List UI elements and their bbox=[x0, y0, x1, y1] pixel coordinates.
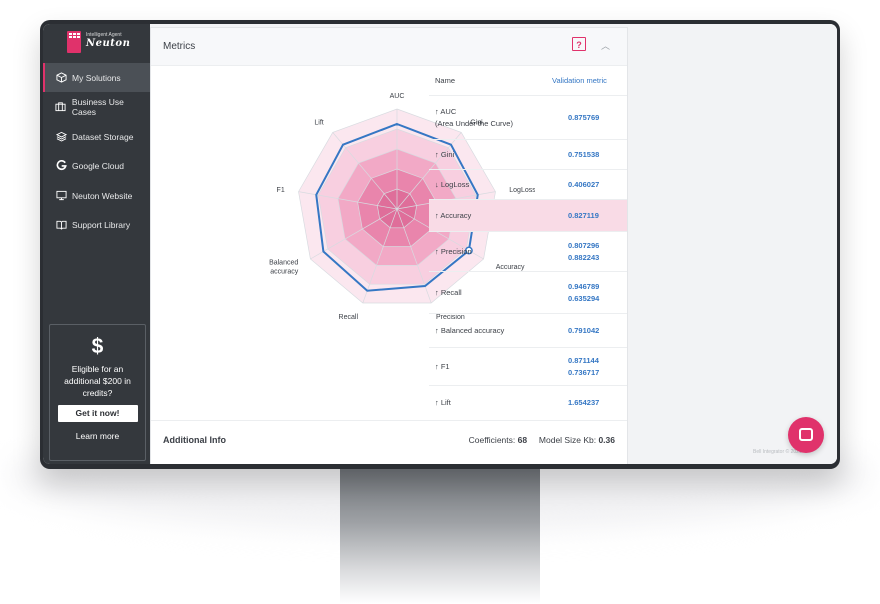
metric-name: ↑ F1 bbox=[435, 362, 450, 371]
sidebar-item-support-library[interactable]: Support Library bbox=[43, 210, 150, 239]
metric-value: 0.807296 0.882243 bbox=[568, 241, 600, 262]
copyright: Bell Integrator © 2021 bbox=[753, 449, 802, 455]
metrics-card: Metrics ? ︿ AUC Gini LogLoss Accuracy Precis… bbox=[150, 27, 628, 464]
coefficients-label: Coefficients: bbox=[468, 435, 516, 445]
metric-name: ↑ AUC (Area Under the Curve) bbox=[435, 107, 513, 128]
model-stats: Coefficients: 68 Model Size Kb: 0.36 bbox=[469, 435, 615, 445]
radar-axis-label: Balanced bbox=[269, 260, 298, 267]
table-row: ↑ F1 0.871144 0.736717 bbox=[429, 347, 627, 386]
metric-name: ↑ Precision bbox=[435, 247, 472, 256]
table-row: ↑ Precision 0.807296 0.882243 bbox=[429, 231, 627, 272]
metrics-title: Metrics bbox=[163, 41, 196, 52]
model-size-value: 0.36 bbox=[598, 435, 615, 445]
metric-value: 1.654237 bbox=[568, 398, 600, 407]
metric-value: 0.827119 bbox=[568, 211, 599, 220]
sidebar-item-neuton-website[interactable]: Neuton Website bbox=[43, 181, 150, 210]
metric-value: 0.946789 0.635294 bbox=[568, 282, 600, 303]
sidebar-item-dataset-storage[interactable]: Dataset Storage bbox=[43, 122, 150, 151]
metric-value: 0.791042 bbox=[568, 326, 600, 335]
promo-text: Eligible for an additional $200 in credi… bbox=[64, 364, 131, 398]
briefcase-icon bbox=[53, 101, 69, 112]
monitor-frame: Intelligent Agent Neuton My Solutions Bu… bbox=[40, 20, 840, 469]
neuton-logo-icon bbox=[67, 31, 81, 53]
dollar-icon: $ bbox=[91, 335, 104, 358]
sidebar-item-label: Neuton Website bbox=[72, 190, 133, 201]
table-row: ↑ Lift 1.654237 bbox=[429, 385, 627, 420]
chat-icon bbox=[799, 428, 813, 441]
additional-info-title: Additional Info bbox=[163, 435, 226, 445]
metrics-table-header: Name Validation metric bbox=[429, 65, 627, 95]
sidebar-item-label: My Solutions bbox=[72, 72, 121, 83]
credits-promo: $ Eligible for an additional $200 in cre… bbox=[49, 324, 146, 461]
coefficients-value: 68 bbox=[517, 435, 528, 445]
table-row: ↑ Balanced accuracy 0.791042 bbox=[429, 313, 627, 348]
metric-value: 0.875769 bbox=[568, 113, 600, 122]
radar-axis-label: accuracy bbox=[270, 269, 299, 276]
chevron-up-icon[interactable]: ︿ bbox=[601, 39, 610, 52]
table-row: ↑ Gini 0.751538 bbox=[429, 139, 627, 170]
model-size-label: Model Size Kb: bbox=[538, 435, 597, 445]
sidebar-item-label: Dataset Storage bbox=[72, 131, 134, 142]
column-header-name: Name bbox=[435, 76, 456, 85]
monitor-icon bbox=[53, 190, 69, 201]
column-header-validation-metric[interactable]: Validation metric bbox=[552, 76, 607, 85]
table-row: ↑ Recall 0.946789 0.635294 bbox=[429, 271, 627, 314]
metric-name: ↑ Balanced accuracy bbox=[435, 326, 505, 335]
sidebar-item-label: Google Cloud bbox=[72, 160, 124, 171]
layers-icon bbox=[53, 131, 69, 142]
sidebar-item-business-use-cases[interactable]: Business Use Cases bbox=[43, 92, 150, 121]
sidebar-item-label: Support Library bbox=[72, 219, 131, 230]
sidebar-item-my-solutions[interactable]: My Solutions bbox=[43, 63, 150, 92]
learn-more-link[interactable]: Learn more bbox=[50, 431, 145, 441]
google-icon bbox=[53, 160, 69, 171]
sidebar-item-google-cloud[interactable]: Google Cloud bbox=[43, 151, 150, 180]
metric-name: ↑ Accuracy bbox=[435, 211, 472, 220]
help-icon[interactable]: ? bbox=[572, 37, 586, 51]
monitor-stand bbox=[340, 468, 540, 604]
chat-button[interactable] bbox=[788, 417, 824, 453]
get-it-now-button[interactable]: Get it now! bbox=[57, 405, 138, 422]
radar-axis-label: AUC bbox=[390, 93, 405, 100]
metric-name: ↑ Recall bbox=[435, 288, 462, 297]
sidebar-item-label: Business Use Cases bbox=[71, 96, 124, 117]
cube-icon bbox=[53, 72, 69, 83]
radar-axis-label: Lift bbox=[314, 120, 323, 127]
metric-value: 0.871144 0.736717 bbox=[568, 356, 600, 377]
table-row: ↑ AUC (Area Under the Curve) 0.875769 bbox=[429, 95, 627, 140]
metric-name: ↑ Gini bbox=[435, 150, 455, 159]
sidebar: Intelligent Agent Neuton My Solutions Bu… bbox=[43, 24, 150, 464]
brand-name: Neuton bbox=[86, 38, 131, 49]
radar-axis-label: Recall bbox=[339, 314, 359, 321]
radar-axis-label: F1 bbox=[277, 187, 285, 194]
metrics-header: Metrics ? ︿ bbox=[151, 28, 627, 66]
table-row: ↑ Accuracy 0.827119 bbox=[429, 199, 627, 232]
additional-info-bar[interactable]: Additional Info Coefficients: 68 Model S… bbox=[151, 420, 627, 459]
table-row: ↓ LogLoss 0.406027 bbox=[429, 169, 627, 200]
app-screen: Intelligent Agent Neuton My Solutions Bu… bbox=[43, 24, 837, 464]
metric-value: 0.406027 bbox=[568, 180, 600, 189]
metric-name: ↑ Lift bbox=[435, 398, 451, 407]
book-icon bbox=[53, 219, 69, 230]
metric-name: ↓ LogLoss bbox=[435, 180, 470, 189]
metric-value: 0.751538 bbox=[568, 150, 600, 159]
